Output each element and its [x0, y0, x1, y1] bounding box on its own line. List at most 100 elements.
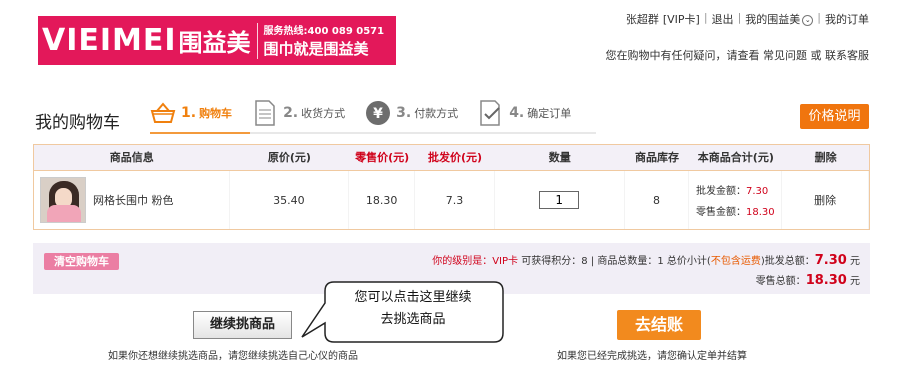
level-value: VIP卡 — [492, 256, 519, 267]
col-header-qty: 数量 — [548, 151, 571, 164]
step-number: 3. — [396, 105, 412, 121]
callout-bubble: 您可以点击这里继续 去挑选商品 — [298, 279, 508, 345]
product-cell: 网格长围巾 粉色 — [34, 171, 230, 229]
my-account-label: 我的围益美 — [745, 13, 801, 26]
col-header-stock: 商品库存 — [635, 151, 680, 164]
contact-link[interactable]: 联系客服 — [825, 49, 869, 62]
page-title: 我的购物车 — [35, 113, 120, 133]
summary-line-wholesale: 你的级别是：VIP卡 可获得积分：8 | 商品总数量：1 总价小计(不包含运费)… — [432, 252, 860, 268]
col-header-product: 商品信息 — [109, 151, 154, 164]
retail-total-label: 零售总额： — [755, 276, 806, 287]
help-or: 或 — [810, 49, 822, 62]
nav-separator: | — [817, 11, 821, 24]
subtotals-block: 批发金额：7.30 零售金额：18.30 — [696, 182, 775, 218]
callout-line-1: 您可以点击这里继续 — [354, 290, 472, 305]
subtotal-text: 总价小计( — [666, 256, 711, 267]
clear-cart-button[interactable]: 清空购物车 — [44, 253, 119, 270]
step-shipping: 2. 收货方式 — [252, 100, 345, 126]
site-logo[interactable]: VIEIMEI 围益美 服务热线:400 089 0571 围巾就是围益美 — [38, 16, 396, 65]
continue-hint: 如果你还想继续挑选商品，请您继续挑选自己心仪的商品 — [108, 351, 358, 362]
col-header-total: 本商品合计(元) — [697, 151, 774, 164]
step-cart: 1. 购物车 — [150, 100, 232, 126]
wholesale-subtotal-label: 批发金额： — [696, 186, 746, 197]
count-text: 商品总数量：1 — [597, 256, 664, 267]
wholesale-total-value: 7.30 — [814, 253, 847, 268]
retail-subtotal-label: 零售金额： — [696, 207, 746, 218]
my-account-link[interactable]: 我的围益美 ⌄ — [745, 11, 814, 27]
checkout-steps: 1. 购物车 2. 收货方式 ¥ 3. 付款方式 4. 确定订单 — [150, 100, 591, 126]
logo-hotline: 服务热线:400 089 0571 — [263, 26, 385, 37]
basket-icon — [150, 100, 176, 126]
retail-total-value: 18.30 — [805, 273, 847, 288]
cart-table-header: 商品信息 原价(元) 零售价(元) 批发价(元) 数量 商品库存 本商品合计(元… — [34, 145, 869, 171]
help-line: 您在购物中有任何疑问，请查看 常见问题 或 联系客服 — [606, 47, 870, 63]
step-label: 确定订单 — [527, 107, 572, 120]
delete-cell: 删除 — [782, 171, 870, 229]
qty-cell — [495, 171, 625, 229]
logo-brand-en: VIEIMEI — [42, 22, 177, 58]
col-header-retail: 零售价(元) — [355, 151, 410, 164]
help-text: 您在购物中有任何疑问，请查看 — [605, 49, 760, 62]
wholesale-total-label: 批发总额： — [764, 256, 815, 267]
step-number: 1. — [181, 105, 197, 121]
step-payment: ¥ 3. 付款方式 — [365, 100, 458, 126]
step-label: 付款方式 — [414, 107, 459, 120]
wholesale-price: 7.3 — [415, 171, 495, 229]
delete-link[interactable]: 删除 — [814, 192, 836, 208]
step-confirm: 4. 确定订单 — [478, 100, 571, 126]
continue-shopping-button[interactable]: 继续挑商品 — [193, 311, 292, 339]
nav-separator: | — [737, 11, 742, 24]
summary-sep: | — [590, 256, 595, 267]
currency-unit: 元 — [850, 256, 860, 267]
document-icon — [252, 100, 278, 126]
steps-progress-active — [150, 132, 250, 134]
svg-text:¥: ¥ — [373, 106, 383, 122]
original-price: 35.40 — [230, 171, 350, 229]
logo-divider — [256, 22, 258, 59]
checklist-icon — [478, 100, 504, 126]
retail-subtotal-value: 18.30 — [746, 207, 775, 218]
wholesale-subtotal-value: 7.30 — [746, 186, 769, 197]
product-thumbnail[interactable] — [40, 177, 86, 223]
quantity-input[interactable] — [539, 191, 580, 209]
table-row: 网格长围巾 粉色 35.40 18.30 7.3 8 批发金额：7.30 零售金… — [34, 171, 870, 229]
logo-slogan: 围巾就是围益美 — [263, 40, 369, 58]
level-label: 你的级别是： — [432, 256, 493, 267]
vip-badge: [VIP卡] — [662, 13, 700, 26]
product-name-link[interactable]: 网格长围巾 粉色 — [93, 192, 174, 208]
callout-line-2: 去挑选商品 — [380, 312, 446, 327]
nav-separator: | — [703, 11, 708, 24]
user-name: 张超群 — [625, 13, 659, 26]
points-text: 可获得积分：8 — [521, 256, 588, 267]
callout-text: 您可以点击这里继续 去挑选商品 — [324, 287, 502, 331]
step-label: 购物车 — [199, 107, 233, 120]
step-label: 收货方式 — [301, 107, 346, 120]
logo-right: 服务热线:400 089 0571 围巾就是围益美 — [264, 22, 385, 59]
yen-icon: ¥ — [365, 100, 391, 126]
step-number: 2. — [283, 105, 299, 121]
shipping-note: 不包含运费 — [710, 256, 761, 267]
top-nav: 张超群 [VIP卡] | 退出 | 我的围益美 ⌄ | 我的订单 — [626, 11, 869, 27]
checkout-hint: 如果您已经完成挑选，请您确认定单并结算 — [557, 351, 747, 362]
col-header-wholesale: 批发价(元) — [427, 151, 483, 164]
steps-progress-line — [150, 132, 596, 134]
cart-table: 商品信息 原价(元) 零售价(元) 批发价(元) 数量 商品库存 本商品合计(元… — [33, 144, 870, 230]
step-number: 4. — [509, 105, 525, 121]
logout-link[interactable]: 退出 — [712, 11, 734, 27]
price-info-button[interactable]: 价格说明 — [800, 104, 869, 129]
col-header-delete: 删除 — [814, 151, 837, 164]
wholesale-subtotal-line: 批发金额：7.30 — [696, 182, 775, 197]
my-orders-link[interactable]: 我的订单 — [825, 11, 869, 27]
faq-link[interactable]: 常见问题 — [763, 49, 807, 62]
logo-brand-cn: 围益美 — [178, 29, 251, 57]
stock-count: 8 — [625, 171, 690, 229]
col-header-original: 原价(元) — [267, 151, 311, 164]
thumb-scarf — [47, 205, 81, 222]
chevron-down-icon: ⌄ — [802, 14, 814, 26]
retail-price: 18.30 — [349, 171, 416, 229]
checkout-button[interactable]: 去结账 — [617, 310, 701, 340]
summary-line-retail: 零售总额：18.30 元 — [756, 272, 860, 288]
item-subtotals: 批发金额：7.30 零售金额：18.30 — [689, 171, 783, 229]
currency-unit: 元 — [850, 276, 860, 287]
retail-subtotal-line: 零售金额：18.30 — [696, 203, 775, 218]
